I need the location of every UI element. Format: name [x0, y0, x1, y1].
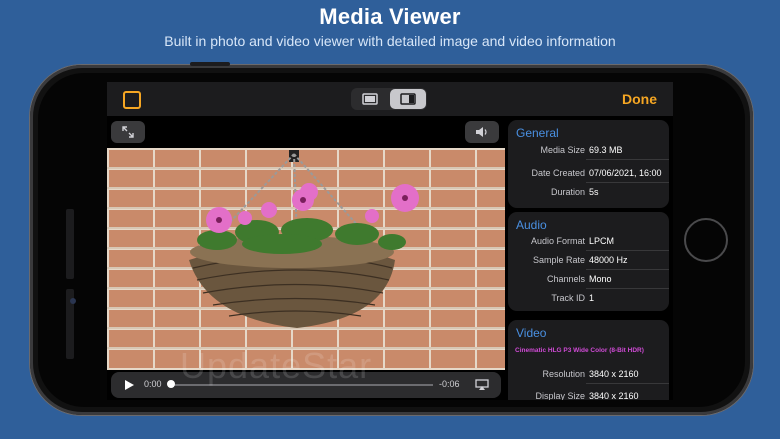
current-time: 0:00	[144, 379, 162, 389]
single-view-segment[interactable]	[352, 89, 388, 109]
home-button[interactable]	[684, 218, 728, 262]
row-divider	[586, 288, 669, 289]
hdr-format-badge: Cinematic HLG P3 Wide Color (8-Bit HDR)	[515, 347, 644, 354]
info-key: Date Created	[531, 168, 585, 178]
info-value: 5s	[589, 187, 599, 197]
select-checkbox[interactable]	[123, 91, 141, 109]
speaker-icon	[476, 127, 487, 137]
audio-section-title: Audio	[516, 218, 547, 232]
info-row-duration: Duration 5s	[508, 184, 669, 202]
remaining-time: -0:06	[439, 379, 460, 389]
info-value: Mono	[589, 274, 612, 284]
single-pane-icon	[362, 93, 378, 105]
info-key: Duration	[550, 187, 585, 197]
mute-button[interactable]	[465, 121, 499, 143]
mute-switch	[190, 62, 230, 66]
airplay-icon[interactable]	[475, 379, 489, 391]
info-value: 1	[589, 293, 595, 303]
info-key: Audio Format	[530, 236, 585, 246]
info-row-sample-rate: Sample Rate 48000 Hz	[508, 252, 669, 270]
info-row-track-id: Track ID 1	[508, 290, 669, 308]
hero-subtitle: Built in photo and video viewer with det…	[164, 33, 616, 49]
row-divider	[586, 269, 669, 270]
audio-info-panel: Audio Audio Format LPCM Sample Rate 4800…	[508, 212, 669, 311]
info-row-date-created: Date Created 07/06/2021, 16:00	[508, 165, 669, 183]
split-pane-icon	[400, 93, 416, 105]
info-row-resolution: Resolution 3840 x 2160	[508, 366, 669, 384]
video-frame-hanging-basket[interactable]	[107, 148, 505, 370]
info-row-display-size: Display Size 3840 x 2160	[508, 388, 669, 400]
expand-icon	[122, 126, 134, 138]
info-value: 69.3 MB	[589, 145, 623, 155]
fullscreen-button[interactable]	[111, 121, 145, 143]
volume-up-button	[66, 209, 74, 279]
info-key: Media Size	[540, 145, 585, 155]
info-row-audio-format: Audio Format LPCM	[508, 233, 669, 251]
info-value: 3840 x 2160	[589, 369, 639, 379]
hero-title: Media Viewer	[319, 4, 461, 29]
row-divider	[586, 383, 669, 384]
general-section-title: General	[516, 126, 559, 140]
row-divider	[586, 159, 669, 160]
video-info-panel: Video Cinematic HLG P3 Wide Color (8-Bit…	[508, 320, 669, 400]
info-value: 07/06/2021, 16:00	[589, 168, 662, 178]
done-button[interactable]: Done	[622, 91, 657, 107]
info-key: Display Size	[535, 391, 585, 400]
general-info-panel: General Media Size 69.3 MB Date Created …	[508, 120, 669, 208]
split-view-segment[interactable]	[390, 89, 426, 109]
hanging-basket-image	[107, 150, 505, 349]
info-value: 3840 x 2160	[589, 391, 639, 400]
info-key: Channels	[546, 274, 585, 284]
front-camera	[70, 298, 76, 304]
view-mode-segmented-control	[351, 88, 427, 110]
scrubber-handle[interactable]	[167, 380, 175, 388]
info-key: Track ID	[551, 293, 585, 303]
row-divider	[586, 250, 669, 251]
play-icon[interactable]	[123, 379, 135, 391]
info-key: Sample Rate	[532, 255, 585, 265]
info-row-channels: Channels Mono	[508, 271, 669, 289]
top-toolbar: Done	[107, 82, 673, 116]
info-value: 48000 Hz	[589, 255, 628, 265]
watermark-text: UpdateStar	[180, 345, 373, 386]
info-row-media-size: Media Size 69.3 MB	[508, 142, 669, 160]
video-section-title: Video	[516, 326, 547, 340]
info-value: LPCM	[589, 236, 615, 246]
info-key: Resolution	[542, 369, 585, 379]
row-divider	[586, 182, 669, 183]
